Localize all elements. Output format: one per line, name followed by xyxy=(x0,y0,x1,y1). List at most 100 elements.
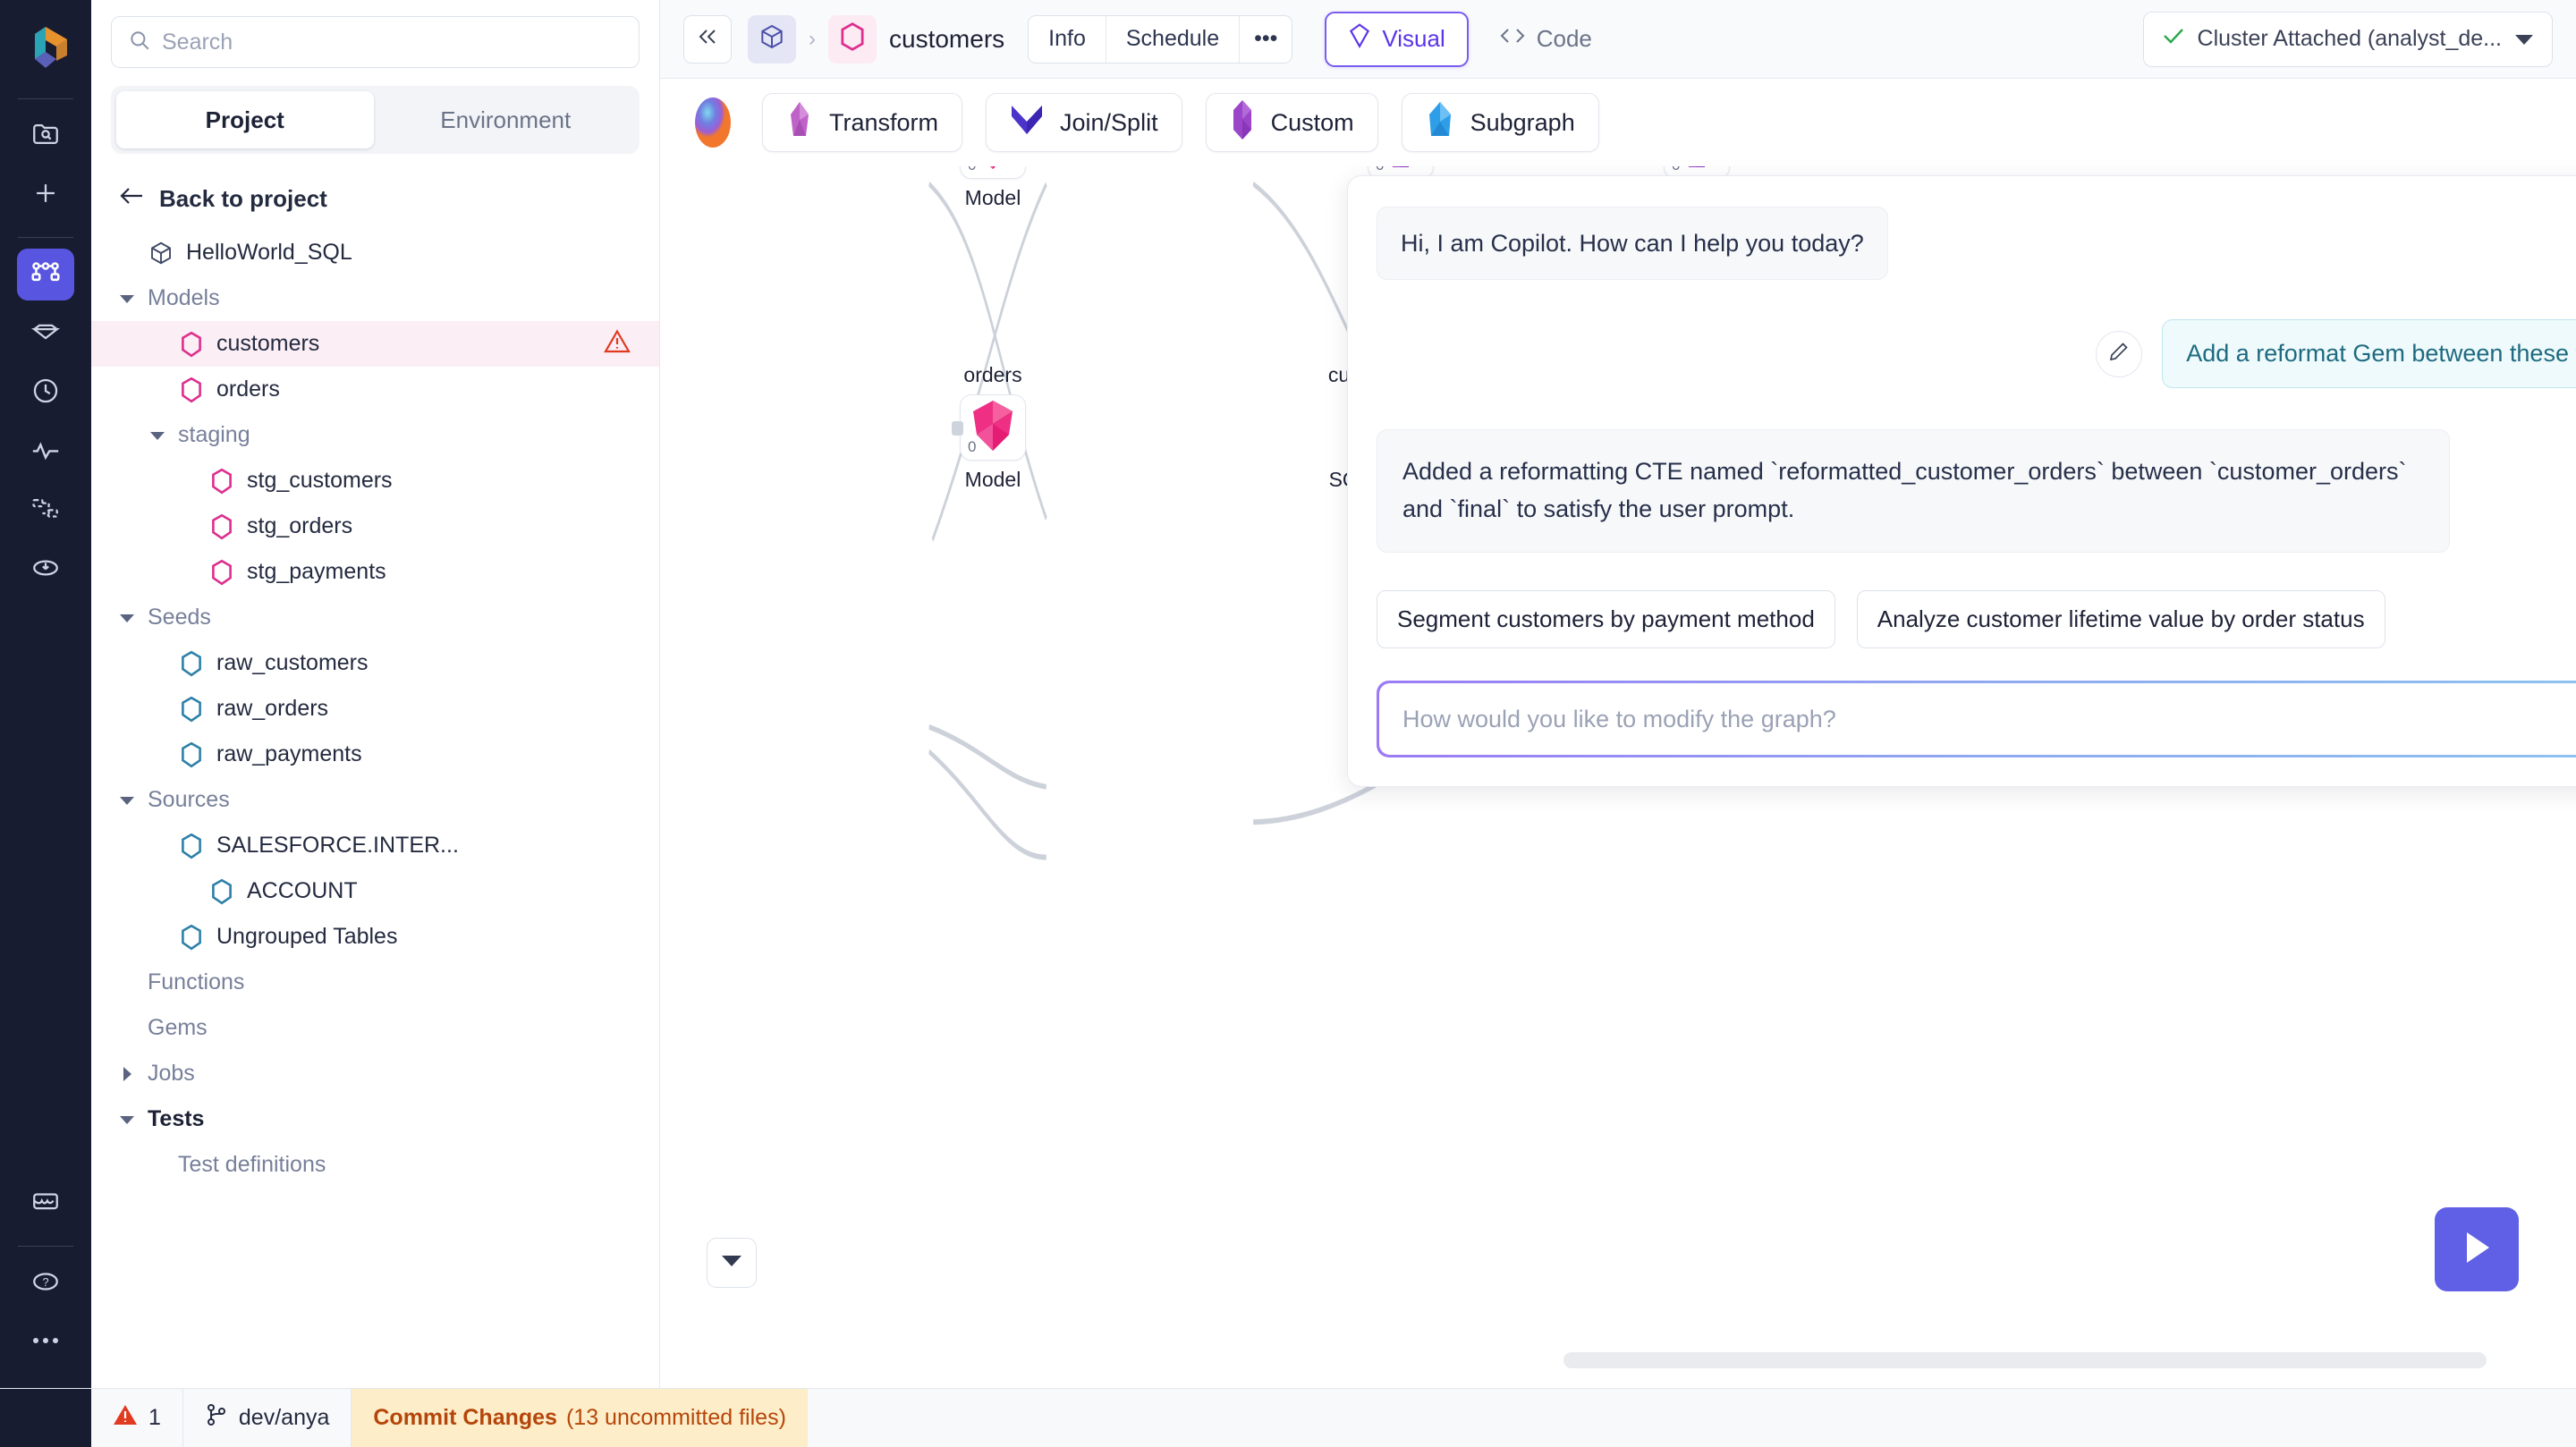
tree-item-tests[interactable]: Tests xyxy=(91,1096,659,1142)
tree-item-stg-customers[interactable]: stg_customers xyxy=(91,458,659,503)
tree-item-jobs[interactable]: Jobs xyxy=(91,1051,659,1096)
canvas-expand-button[interactable] xyxy=(707,1238,757,1288)
search-container xyxy=(91,0,659,73)
tree-item-sources[interactable]: Sources xyxy=(91,777,659,823)
custom-gem-icon xyxy=(1230,99,1255,147)
copilot-prompt[interactable] xyxy=(1379,683,2576,756)
svg-text:?: ? xyxy=(42,1275,48,1289)
tree-item-seeds[interactable]: Seeds xyxy=(91,595,659,640)
database-icon xyxy=(30,1187,61,1222)
tree-item-label: SALESFORCE.INTER... xyxy=(216,833,459,858)
run-pipeline-button[interactable] xyxy=(2435,1207,2519,1291)
tree-item-ungrouped-tables[interactable]: Ungrouped Tables xyxy=(91,914,659,960)
tree-item-models[interactable]: Models xyxy=(91,275,659,321)
collapse-sidebar-button[interactable] xyxy=(683,14,732,63)
tree-item-project[interactable]: HelloWorld_SQL xyxy=(91,230,659,275)
caret-down-icon[interactable] xyxy=(118,1111,136,1129)
error-count-item[interactable]: 1 xyxy=(91,1389,183,1447)
copilot-prompt-input[interactable] xyxy=(1402,705,2576,733)
search-box[interactable] xyxy=(111,16,640,68)
copilot-panel: Hi, I am Copilot. How can I help you tod… xyxy=(1347,175,2576,788)
caret-right-icon[interactable] xyxy=(118,1065,136,1083)
view-mode-visual[interactable]: Visual xyxy=(1325,11,1469,67)
tree-item-test-definitions[interactable]: Test definitions xyxy=(91,1142,659,1188)
caret-down-icon[interactable] xyxy=(118,791,136,809)
pulse-icon xyxy=(30,435,61,470)
tab-project[interactable]: Project xyxy=(116,91,374,148)
tree-item-customers[interactable]: customers xyxy=(91,321,659,367)
rail-pipelines[interactable] xyxy=(17,249,74,300)
commit-changes-item[interactable]: Commit Changes (13 uncommitted files) xyxy=(352,1389,808,1447)
node-port-badge: 0 xyxy=(968,166,976,174)
tree-item-raw-payments[interactable]: raw_payments xyxy=(91,732,659,777)
rail-gems[interactable] xyxy=(17,308,74,360)
rail-help[interactable]: ? xyxy=(17,1257,74,1309)
rail-divider-2 xyxy=(18,237,73,238)
rail-deploy[interactable] xyxy=(17,544,74,596)
tree-item-stg-payments[interactable]: stg_payments xyxy=(91,549,659,595)
gem-button-custom[interactable]: Custom xyxy=(1205,93,1378,152)
gem-outline-icon xyxy=(1348,22,1371,55)
graph-node-box[interactable]: 0 xyxy=(952,394,1026,461)
tree-item-staging[interactable]: staging xyxy=(91,412,659,458)
tree-item-stg-orders[interactable]: stg_orders xyxy=(91,503,659,549)
tree-item-label: customers xyxy=(216,331,320,356)
model-hex-icon-button[interactable] xyxy=(828,14,877,63)
tab-schedule[interactable]: Schedule xyxy=(1106,15,1241,63)
prophecy-logo-icon xyxy=(17,20,74,77)
suggestion-chip-1[interactable]: Segment customers by payment method xyxy=(1377,590,1835,649)
rail-add[interactable] xyxy=(17,169,74,221)
gem-button-joinsplit[interactable]: Join/Split xyxy=(986,93,1182,152)
copilot-greeting: Hi, I am Copilot. How can I help you tod… xyxy=(1377,207,1888,281)
rail-history[interactable] xyxy=(17,367,74,419)
tree-item-label: orders xyxy=(216,377,280,402)
graph-node-box[interactable]: 0 xyxy=(960,166,1026,179)
tree-item-label: Sources xyxy=(148,787,230,812)
rail-search-folder[interactable] xyxy=(17,110,74,162)
tree-item-salesforce-inter[interactable]: SALESFORCE.INTER... xyxy=(91,823,659,868)
chevron-double-left-icon xyxy=(696,25,719,53)
git-branch-item[interactable]: dev/anya xyxy=(183,1389,352,1447)
caret-down-icon[interactable] xyxy=(148,427,166,444)
rail-monitoring[interactable] xyxy=(17,426,74,478)
tree-item-orders[interactable]: orders xyxy=(91,367,659,412)
suggestion-chip-2[interactable]: Analyze customer lifetime value by order… xyxy=(1856,590,2385,649)
pipeline-cube-button[interactable] xyxy=(748,14,796,63)
tab-more[interactable]: ••• xyxy=(1240,16,1292,63)
rail-lineage[interactable] xyxy=(17,485,74,537)
tab-info[interactable]: Info xyxy=(1029,15,1106,63)
left-icon-rail: ? xyxy=(0,0,91,1388)
caret-down-icon[interactable] xyxy=(118,290,136,308)
tree-item-account[interactable]: ACCOUNT xyxy=(91,868,659,914)
gem-button-transform[interactable]: Transform xyxy=(762,93,963,152)
caret-down-icon[interactable] xyxy=(118,609,136,627)
rail-more[interactable] xyxy=(17,1316,74,1368)
graph-node-orders[interactable]: 0 orders Model xyxy=(952,363,1026,491)
tree-item-raw-customers[interactable]: raw_customers xyxy=(91,640,659,686)
join-split-gem-icon xyxy=(1010,102,1044,144)
tree-item-gems[interactable]: Gems xyxy=(91,1005,659,1051)
edit-message-button[interactable] xyxy=(2096,330,2143,377)
tab-environment[interactable]: Environment xyxy=(377,91,635,148)
back-to-project-button[interactable]: Back to project xyxy=(91,161,659,230)
copilot-suggestions: Segment customers by payment method Anal… xyxy=(1377,590,2576,649)
canvas-horizontal-scrollbar[interactable] xyxy=(1563,1352,2487,1368)
node-port-badge: 0 xyxy=(1376,166,1384,174)
node-port-badge: 0 xyxy=(968,438,977,455)
git-branch-icon xyxy=(205,1402,228,1434)
ellipsis-icon xyxy=(30,1334,61,1351)
cluster-selector[interactable]: Cluster Attached (analyst_de... xyxy=(2142,11,2553,67)
view-mode-code[interactable]: Code xyxy=(1478,12,1614,67)
graph-node-model[interactable]: 0 Model xyxy=(960,166,1026,209)
rail-data[interactable] xyxy=(17,1178,74,1230)
node-input-port[interactable] xyxy=(952,421,963,436)
tree-item-functions[interactable]: Functions xyxy=(91,960,659,1005)
cube-icon xyxy=(148,240,174,267)
tree-item-raw-orders[interactable]: raw_orders xyxy=(91,686,659,732)
search-input[interactable] xyxy=(162,29,623,55)
hex-blue-icon xyxy=(178,696,205,723)
copilot-orb-icon[interactable] xyxy=(687,97,739,148)
commit-changes-detail: (13 uncommitted files) xyxy=(565,1405,786,1430)
tree-item-label: Models xyxy=(148,285,220,310)
gem-button-subgraph[interactable]: Subgraph xyxy=(1401,93,1599,152)
